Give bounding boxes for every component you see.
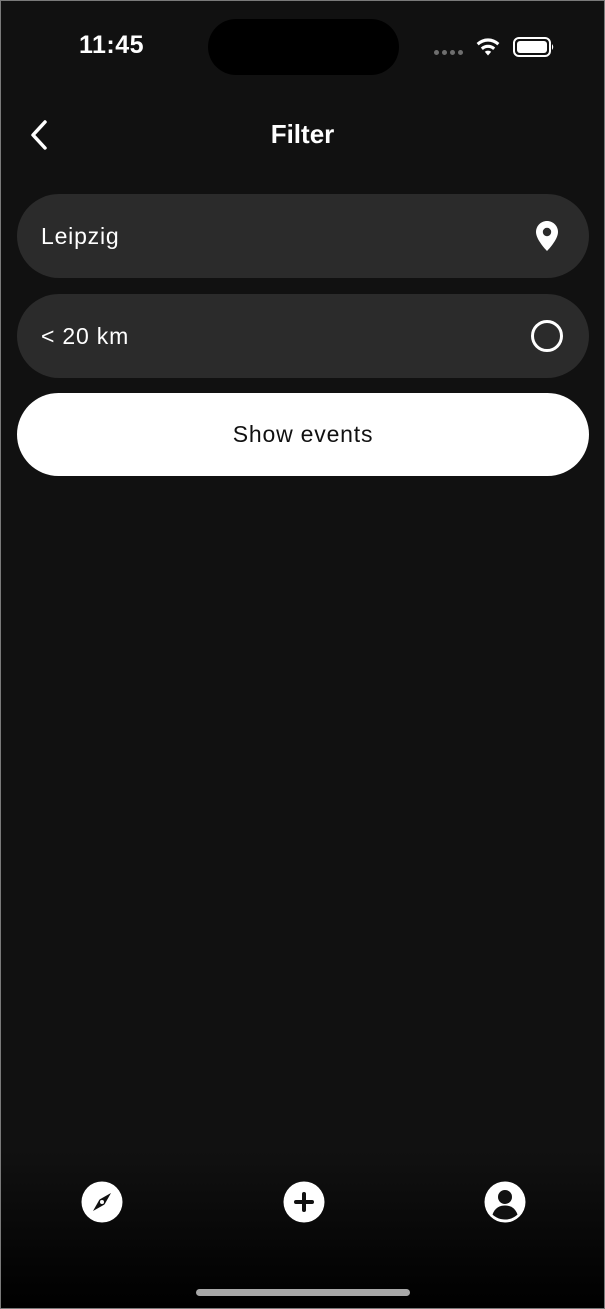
page-title: Filter (270, 119, 335, 149)
location-field[interactable]: Leipzig (17, 194, 589, 278)
wifi-icon (476, 38, 500, 56)
battery-icon (513, 37, 554, 57)
show-events-button[interactable]: Show events (17, 393, 589, 476)
app-screen: 11:45 Filter Leipzig < 20 km Show events (0, 0, 605, 1309)
dynamic-island (208, 19, 399, 75)
radius-field[interactable]: < 20 km (17, 294, 589, 378)
location-pin-icon[interactable] (529, 218, 565, 254)
cellular-signal-icon (434, 50, 463, 55)
profile-icon[interactable] (484, 1181, 526, 1223)
location-value: Leipzig (41, 222, 120, 249)
radius-value: < 20 km (41, 322, 130, 349)
plus-circle-icon[interactable] (283, 1181, 325, 1223)
compass-icon[interactable] (81, 1181, 123, 1223)
home-indicator[interactable] (196, 1289, 410, 1296)
status-time: 11:45 (79, 31, 145, 59)
radio-circle-icon[interactable] (529, 318, 565, 354)
